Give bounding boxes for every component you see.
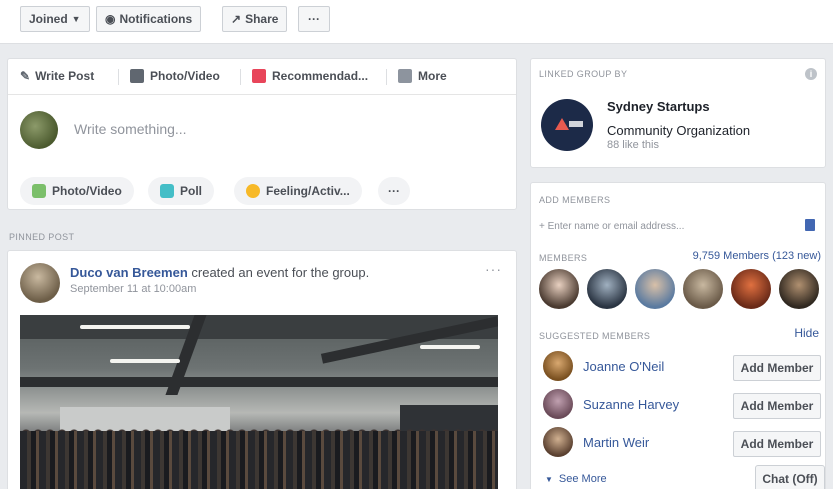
linked-group-label: LINKED GROUP BY (539, 69, 628, 79)
joined-label: Joined (29, 12, 68, 26)
tab-label: More (418, 69, 447, 83)
pinned-post-label: PINNED POST (9, 232, 75, 242)
chevron-down-icon: ▼ (71, 14, 81, 24)
tab-photo-video[interactable]: Photo/Video (130, 69, 220, 83)
member-avatar[interactable] (729, 267, 773, 311)
chevron-down-icon: ▼ (545, 475, 553, 484)
composer-tabs: ✎ Write Post Photo/Video Recommendad... … (8, 59, 516, 95)
tab-label: Write Post (35, 69, 95, 83)
group-action-bar: Joined ▼ ◉ Notifications ↗ Share ··· (0, 0, 833, 44)
add-member-button[interactable]: Add Member (733, 393, 821, 419)
action-label: Photo/Video (52, 184, 122, 198)
avatar[interactable] (543, 389, 573, 419)
author-link[interactable]: Duco van Breemen (70, 265, 188, 280)
add-member-icon[interactable] (805, 219, 815, 231)
suggested-member-name[interactable]: Suzanne Harvey (583, 397, 679, 412)
members-count-link[interactable]: 9,759 Members (123 new) (693, 250, 821, 262)
more-icon: ··· (388, 184, 400, 198)
suggested-member-name[interactable]: Martin Weir (583, 435, 649, 450)
add-members-label: ADD MEMBERS (539, 195, 611, 205)
see-more-label: See More (558, 473, 607, 485)
member-avatar[interactable] (681, 267, 725, 311)
feeling-activity-action[interactable]: Feeling/Activ... (234, 177, 362, 205)
linked-group-card: LINKED GROUP BY i Sydney Startups Commun… (530, 58, 826, 168)
post-title: Duco van Breemen created an event for th… (70, 265, 369, 280)
tab-recommendations[interactable]: Recommendad... (252, 69, 368, 83)
post-menu-button[interactable]: ··· (485, 261, 502, 277)
tab-more[interactable]: More (398, 69, 447, 83)
post-action-text: created an event for the group. (191, 265, 370, 280)
suggested-member-name[interactable]: Joanne O'Neil (583, 359, 664, 374)
action-label: Poll (180, 184, 203, 198)
tab-write-post[interactable]: ✎ Write Post (20, 69, 94, 83)
group-name[interactable]: Sydney Startups (607, 99, 710, 114)
composer-input[interactable]: Write something... (74, 121, 187, 137)
notifications-button[interactable]: ◉ Notifications (96, 6, 202, 32)
member-avatar[interactable] (777, 267, 821, 311)
info-icon[interactable]: i (805, 68, 817, 80)
divider (118, 69, 119, 85)
share-label: Share (245, 12, 279, 26)
group-logo[interactable] (541, 99, 593, 151)
photo-icon (130, 69, 144, 83)
add-member-button[interactable]: Add Member (733, 431, 821, 457)
recommend-icon (252, 69, 266, 83)
post-composer: ✎ Write Post Photo/Video Recommendad... … (7, 58, 517, 210)
notifications-label: Notifications (119, 12, 193, 26)
member-avatar[interactable] (585, 267, 629, 311)
avatar[interactable] (20, 263, 60, 303)
member-avatar[interactable] (537, 267, 581, 311)
action-label: Feeling/Activ... (266, 184, 350, 198)
members-label: MEMBERS (539, 253, 588, 263)
pinned-post: Duco van Breemen created an event for th… (7, 250, 517, 489)
share-arrow-icon: ↗ (231, 12, 242, 26)
add-member-button[interactable]: Add Member (733, 355, 821, 381)
tab-label: Photo/Video (150, 69, 220, 83)
poll-action[interactable]: Poll (148, 177, 215, 205)
avatar[interactable] (543, 427, 573, 457)
group-likes: 88 like this (607, 139, 659, 151)
share-button[interactable]: ↗ Share (222, 6, 288, 32)
divider (386, 69, 387, 85)
see-more-link[interactable]: ▼ See More (545, 473, 607, 485)
more-options-button[interactable]: ··· (298, 6, 330, 32)
add-member-input[interactable]: + Enter name or email address... (539, 221, 684, 232)
divider (240, 69, 241, 85)
group-type: Community Organization (607, 123, 751, 138)
more-actions-button[interactable]: ··· (378, 177, 410, 205)
pencil-icon: ✎ (20, 69, 31, 83)
chat-button[interactable]: Chat (Off) (755, 465, 825, 489)
hide-button[interactable]: Hide (794, 326, 819, 340)
avatar[interactable] (20, 111, 58, 149)
feeling-icon (246, 184, 260, 198)
globe-icon: ◉ (105, 12, 116, 26)
joined-button[interactable]: Joined ▼ (20, 6, 90, 32)
avatar[interactable] (543, 351, 573, 381)
members-panel: ADD MEMBERS + Enter name or email addres… (530, 182, 826, 489)
member-avatar[interactable] (633, 267, 677, 311)
photo-video-action[interactable]: Photo/Video (20, 177, 134, 205)
post-date[interactable]: September 11 at 10:00am (70, 283, 196, 295)
poll-icon (160, 184, 174, 198)
tab-label: Recommendad... (272, 69, 369, 83)
event-photo[interactable] (20, 315, 498, 489)
more-grid-icon (398, 69, 412, 83)
suggested-members-label: SUGGESTED MEMBERS (539, 331, 651, 341)
more-icon: ··· (308, 12, 320, 26)
photo-icon (32, 184, 46, 198)
